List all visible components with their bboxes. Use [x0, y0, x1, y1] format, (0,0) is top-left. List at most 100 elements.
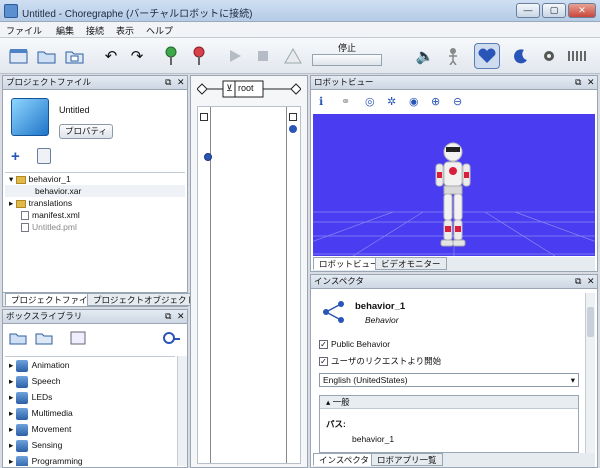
view-icon[interactable]: ◎	[365, 95, 375, 108]
menu-connect[interactable]: 接続	[86, 24, 104, 37]
menu-edit[interactable]: 編集	[56, 24, 74, 37]
scrollbar[interactable]	[585, 293, 595, 453]
robot-3d-viewport[interactable]	[313, 114, 595, 256]
panel-title: ボックスライブラリ	[6, 311, 83, 321]
pan-icon[interactable]: ◉	[409, 95, 419, 108]
tab-strip: インスペクタ ロボアプリ一覧	[313, 453, 595, 467]
robot-awake-icon[interactable]	[440, 43, 466, 69]
tree-item[interactable]: Untitled.pml	[5, 221, 185, 233]
output-port[interactable]	[289, 113, 297, 121]
stop-icon[interactable]	[250, 43, 276, 69]
robot-view-panel: ロボットビュー ⧉ ✕ ℹ ⚭ ◎ ✲ ◉ ⊕ ⊖ ロボットビュー ビデオモニタ…	[310, 75, 598, 272]
panel-title: プロジェクトファイル	[6, 77, 92, 87]
close-icon[interactable]: ✕	[177, 76, 185, 89]
undo-icon[interactable]: ↶	[98, 43, 124, 69]
tab-inspector[interactable]: インスペクタ	[313, 453, 375, 466]
menu-view[interactable]: 表示	[116, 24, 134, 37]
tab-robo-app-list[interactable]: ロボアプリ一覧	[371, 453, 443, 466]
path-value: behavior_1	[352, 434, 395, 444]
behavior-type: Behavior	[365, 315, 399, 325]
library-item[interactable]: ▸ Programming	[5, 453, 175, 466]
language-select[interactable]: English (UnitedStates) ▾	[319, 373, 579, 387]
chain-icon[interactable]: ⚭	[341, 95, 350, 108]
connect-icon[interactable]	[158, 43, 184, 69]
add-icon[interactable]: +	[11, 148, 20, 165]
inspector-panel: インスペクタ ⧉ ✕ behavior_1 Behavior ✓ Public B…	[310, 274, 598, 468]
zoom-out-icon[interactable]: ⊖	[453, 95, 462, 108]
float-icon[interactable]: ⧉	[165, 310, 171, 323]
search-icon[interactable]	[161, 328, 183, 348]
output-port-blue[interactable]	[289, 125, 297, 133]
root-label[interactable]: root	[238, 83, 254, 93]
status-label: 停止	[337, 43, 356, 53]
play-icon[interactable]	[222, 43, 248, 69]
settings-icon[interactable]	[536, 43, 562, 69]
general-section: ▴ 一般 パス: behavior_1	[319, 395, 579, 453]
debug-icon[interactable]	[280, 43, 306, 69]
menu-help[interactable]: ヘルプ	[146, 24, 173, 37]
library-item[interactable]: ▸ Movement	[5, 421, 175, 437]
volume-icon[interactable]: 🔈	[412, 43, 438, 69]
float-icon[interactable]: ⧉	[165, 76, 171, 89]
public-behavior-checkbox[interactable]: ✓ Public Behavior	[319, 339, 390, 350]
new-project-icon[interactable]	[6, 43, 32, 69]
panel-header: ロボットビュー ⧉ ✕	[311, 76, 597, 90]
tab-strip: ロボットビュー ビデオモニター	[313, 257, 595, 271]
menu-bar: ファイル 編集 接続 表示 ヘルプ	[0, 22, 600, 38]
minimize-button[interactable]: —	[516, 3, 540, 18]
info-icon[interactable]: ℹ	[319, 95, 323, 108]
box-library-panel: ボックスライブラリ ⧉ ✕ ▸ Animation ▸ Speech ▸ LED…	[2, 309, 188, 468]
rotate-icon[interactable]: ✲	[387, 95, 396, 108]
library-item[interactable]: ▸ Speech	[5, 373, 175, 389]
behavior-icon	[321, 299, 347, 325]
close-icon[interactable]: ✕	[177, 310, 185, 323]
tree-item[interactable]: ▸ translations	[5, 197, 185, 209]
flow-diagram-area: ⊻ root	[190, 75, 308, 468]
scrollbar-thumb[interactable]	[587, 307, 594, 337]
input-port[interactable]	[200, 113, 208, 121]
save-project-icon[interactable]	[62, 43, 88, 69]
start-on-request-checkbox[interactable]: ✓ ユーザのリクエストより開始	[319, 355, 441, 367]
close-button[interactable]: ✕	[568, 3, 596, 18]
new-library-icon[interactable]	[7, 328, 29, 348]
open-project-icon[interactable]	[34, 43, 60, 69]
close-icon[interactable]: ✕	[587, 275, 595, 288]
library-item[interactable]: ▸ Sensing	[5, 437, 175, 453]
properties-button[interactable]: プロパティ	[59, 124, 113, 139]
tab-strip: プロジェクトファイル プロジェクトオブジェクト	[3, 292, 202, 306]
nao-robot-image	[433, 142, 473, 250]
redo-icon[interactable]: ↷	[124, 43, 150, 69]
tree-item[interactable]: ▾ behavior_1	[5, 173, 185, 185]
box-icon[interactable]	[67, 328, 89, 348]
open-library-icon[interactable]	[33, 328, 55, 348]
panel-title: インスペクタ	[314, 276, 364, 286]
float-icon[interactable]: ⧉	[575, 76, 581, 89]
tree-item[interactable]: behavior.xar	[5, 185, 185, 197]
path-label: パス:	[326, 419, 346, 429]
input-port-blue[interactable]	[204, 153, 212, 161]
library-item[interactable]: ▸ LEDs	[5, 389, 175, 405]
battery-icon	[566, 43, 592, 69]
flow-canvas[interactable]	[197, 106, 301, 464]
library-item[interactable]: ▸ Multimedia	[5, 405, 175, 421]
float-icon[interactable]: ⧉	[575, 275, 581, 288]
zoom-in-icon[interactable]: ⊕	[431, 95, 440, 108]
project-files-panel: プロジェクトファイル ⧉ ✕ Untitled プロパティ + ▾ behavi…	[2, 75, 202, 307]
root-icon: ⊻	[226, 83, 233, 93]
section-header[interactable]: ▴ 一般	[320, 396, 578, 409]
tree-item[interactable]: manifest.xml	[5, 209, 185, 221]
menu-file[interactable]: ファイル	[6, 24, 42, 37]
close-icon[interactable]: ✕	[587, 76, 595, 89]
heart-icon[interactable]	[474, 43, 500, 69]
trash-icon[interactable]	[37, 148, 51, 164]
toolbar: ↶ ↷ 停止 🔈	[0, 38, 600, 74]
tab-robot-view[interactable]: ロボットビュー	[313, 257, 385, 270]
rest-icon[interactable]	[508, 43, 534, 69]
library-item[interactable]: ▸ Animation	[5, 357, 175, 373]
panel-title: ロボットビュー	[314, 77, 374, 87]
disconnect-icon[interactable]	[186, 43, 212, 69]
tab-video-monitor[interactable]: ビデオモニター	[375, 257, 447, 270]
maximize-button[interactable]: ▢	[542, 3, 566, 18]
scrollbar[interactable]	[177, 356, 187, 466]
tab-project-objects[interactable]: プロジェクトオブジェクト	[87, 293, 202, 306]
